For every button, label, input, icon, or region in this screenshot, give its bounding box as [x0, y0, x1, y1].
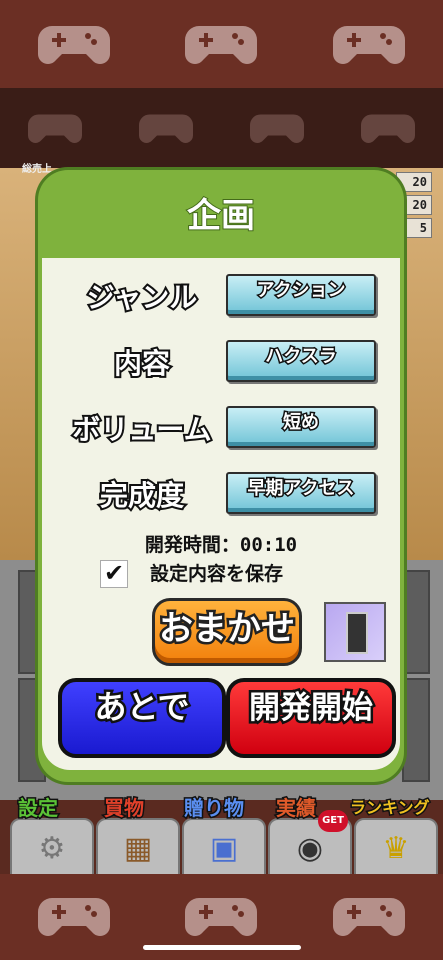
gamepad-icon: [138, 110, 194, 146]
stat-label: 総売上: [22, 164, 52, 175]
dev-time-text: 開発時間：00:10: [144, 534, 298, 556]
gamepad-icon: [360, 110, 416, 146]
gamepad-icon: [249, 110, 305, 146]
dialog-body: ジャンル アクション 内容 ハクスラ ボリューム 短め 完成度 早期アクセス 開…: [42, 258, 400, 770]
tab-gifts[interactable]: ▣: [182, 818, 266, 878]
genre-label: ジャンル: [85, 279, 200, 316]
gamepad-icon: [185, 892, 258, 940]
gift-icon: ▣: [209, 830, 239, 866]
tab-gifts-label: 贈り物: [183, 795, 246, 822]
item-icon: [346, 612, 368, 654]
volume-button[interactable]: 短め: [226, 406, 376, 448]
genre-button[interactable]: アクション: [226, 274, 376, 316]
gamepad-icon: [185, 20, 258, 68]
gamepad-icon: [37, 20, 110, 68]
home-indicator[interactable]: [143, 945, 301, 950]
controller-icon: ◉: [296, 830, 324, 866]
completion-label: 完成度: [98, 477, 186, 514]
bottom-tab-bar: ⚙ ▦ ▣ ◉ ♛ 設定 買物 贈り物 実績 GET ランキング: [0, 792, 443, 878]
tab-achievements-label: 実績: [275, 795, 318, 822]
tab-shop-label: 買物: [103, 795, 146, 822]
dialog-title: 企画: [186, 195, 256, 237]
tab-settings-label: 設定: [17, 795, 60, 822]
pattern-band: [0, 88, 443, 168]
tab-shop[interactable]: ▦: [96, 818, 180, 878]
volume-label: ボリューム: [70, 411, 213, 448]
start-development-button[interactable]: 開発開始: [226, 678, 396, 758]
menu-slot: [402, 570, 430, 674]
tab-ranking[interactable]: ♛: [354, 818, 438, 878]
planning-dialog: 企画 ジャンル アクション 内容 ハクスラ ボリューム 短め 完成度 早期アクセ…: [38, 170, 404, 782]
gamepad-icon: [333, 892, 406, 940]
trophy-icon: ♛: [382, 830, 410, 866]
save-settings-checkbox[interactable]: ✔: [100, 560, 128, 588]
auto-select-button[interactable]: おまかせ: [152, 598, 302, 666]
save-settings-label: 設定内容を保存: [150, 563, 284, 585]
gear-icon: ⚙: [38, 830, 66, 866]
gamepad-icon: [37, 892, 110, 940]
item-card-button[interactable]: [324, 602, 386, 662]
get-badge: GET: [318, 810, 348, 832]
top-pattern-bar: [0, 0, 443, 88]
gamepad-icon: [27, 110, 83, 146]
tab-settings[interactable]: ⚙: [10, 818, 94, 878]
check-icon: ✔: [103, 559, 125, 587]
completion-button[interactable]: 早期アクセス: [226, 472, 376, 514]
menu-slot: [402, 678, 430, 782]
shop-icon: ▦: [123, 830, 153, 866]
content-button[interactable]: ハクスラ: [226, 340, 376, 382]
content-label: 内容: [112, 345, 172, 382]
gamepad-icon: [333, 20, 406, 68]
tab-ranking-label: ランキング: [349, 797, 432, 819]
later-button[interactable]: あとで: [58, 678, 226, 758]
